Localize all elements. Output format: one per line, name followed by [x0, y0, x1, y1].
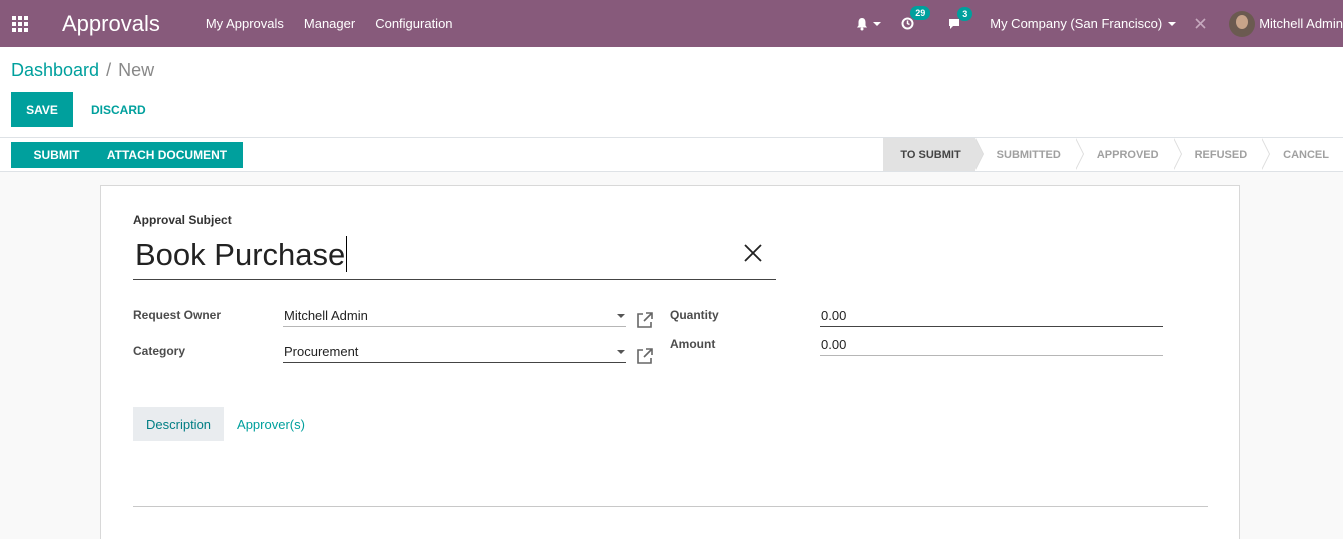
stage-submitted: SUBMITTED	[975, 138, 1085, 171]
request-owner-value: Mitchell Admin	[284, 308, 368, 323]
quantity-label: Quantity	[670, 308, 719, 322]
close-icon[interactable]	[742, 242, 764, 264]
form-sheet: Approval Subject Book Purchase Request O…	[100, 185, 1240, 539]
breadcrumb-current: New	[118, 60, 155, 80]
chevron-down-icon[interactable]	[617, 314, 625, 318]
avatar[interactable]	[1229, 10, 1256, 37]
stage-to-submit: TO SUBMIT	[883, 138, 984, 171]
clock-icon	[901, 17, 914, 30]
discard-button[interactable]: DISCARD	[80, 92, 157, 127]
notebook-tabs: Description Approver(s)	[133, 407, 318, 441]
submit-button[interactable]: SUBMIT	[11, 142, 102, 168]
request-owner-label: Request Owner	[133, 308, 222, 322]
category-field[interactable]: Procurement	[283, 341, 626, 363]
category-value: Procurement	[284, 344, 359, 359]
activity-count-badge: 29	[910, 6, 931, 20]
approval-subject-value: Book Purchase	[135, 237, 346, 272]
chevron-down-icon	[873, 21, 882, 26]
chevron-down-icon	[1168, 21, 1177, 26]
control-panel: Dashboard / New SAVE DISCARD	[0, 47, 1343, 138]
amount-value: 0.00	[821, 337, 847, 352]
stage-refused: REFUSED	[1173, 138, 1270, 171]
tab-description[interactable]: Description	[133, 407, 225, 441]
bell-icon	[857, 17, 868, 30]
activities-button[interactable]: 29	[901, 6, 931, 30]
category-label: Category	[133, 344, 186, 358]
stage-approved: APPROVED	[1075, 138, 1182, 171]
quantity-field[interactable]: 0.00	[820, 305, 1163, 327]
approval-subject-input[interactable]: Book Purchase	[133, 234, 776, 280]
external-link-icon[interactable]	[636, 311, 654, 329]
amount-label: Amount	[670, 337, 716, 351]
breadcrumb: Dashboard / New	[11, 60, 154, 81]
divider	[133, 506, 1208, 507]
breadcrumb-dashboard[interactable]: Dashboard	[11, 60, 99, 81]
menu-manager[interactable]: Manager	[304, 16, 355, 31]
save-button[interactable]: SAVE	[11, 92, 73, 127]
status-bar: SUBMIT ATTACH DOCUMENT TO SUBMIT SUBMITT…	[0, 138, 1343, 172]
tools-icon	[1195, 18, 1206, 29]
company-switcher[interactable]: My Company (San Francisco)	[990, 16, 1177, 31]
external-link-icon[interactable]	[636, 347, 654, 365]
message-count-badge: 3	[957, 6, 973, 21]
menu-my-approvals[interactable]: My Approvals	[206, 16, 284, 31]
tab-approvers[interactable]: Approver(s)	[224, 407, 318, 441]
stage-pipeline: TO SUBMIT SUBMITTED APPROVED REFUSED CAN…	[883, 138, 1343, 171]
amount-field[interactable]: 0.00	[820, 334, 1163, 356]
quantity-value: 0.00	[821, 308, 847, 323]
text-cursor	[346, 236, 348, 272]
apps-menu-icon[interactable]	[0, 0, 40, 47]
request-owner-field[interactable]: Mitchell Admin	[283, 305, 626, 327]
app-title[interactable]: Approvals	[62, 11, 160, 37]
stage-cancel: CANCEL	[1283, 148, 1329, 161]
notifications-button[interactable]	[855, 17, 882, 31]
menu-configuration[interactable]: Configuration	[375, 16, 452, 31]
approval-subject-label: Approval Subject	[133, 213, 232, 227]
top-navbar: Approvals My Approvals Manager Configura…	[0, 0, 1343, 47]
messages-button[interactable]: 3	[948, 6, 973, 30]
debug-tools-button[interactable]	[1194, 17, 1207, 30]
user-menu[interactable]: Mitchell Admin	[1259, 16, 1343, 31]
attach-document-button[interactable]: ATTACH DOCUMENT	[91, 142, 243, 168]
breadcrumb-separator: /	[106, 60, 112, 80]
chevron-down-icon[interactable]	[617, 350, 625, 354]
company-name: My Company (San Francisco)	[990, 16, 1163, 31]
